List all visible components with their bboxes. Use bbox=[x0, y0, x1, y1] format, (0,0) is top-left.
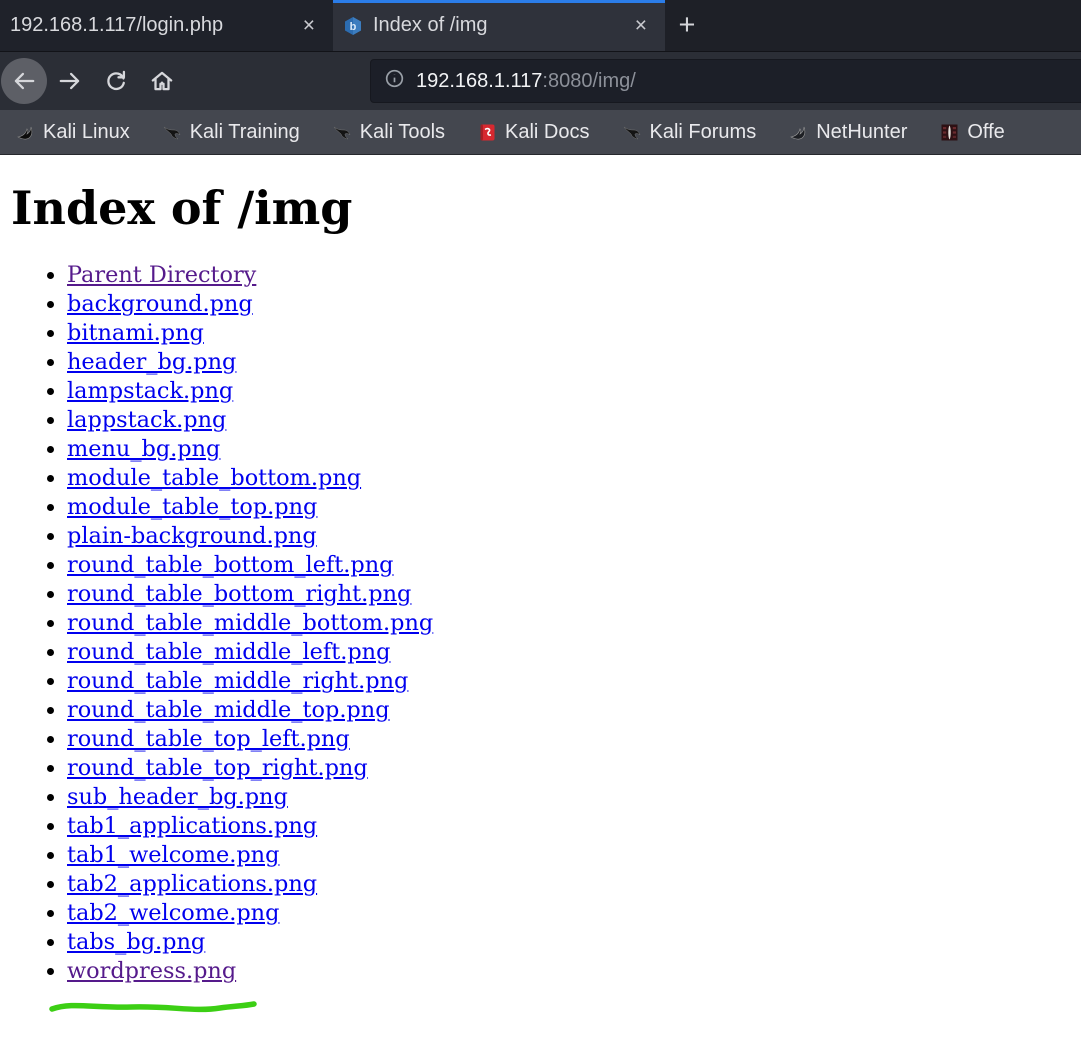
file-link[interactable]: tab2_applications.png bbox=[67, 871, 317, 897]
file-link[interactable]: tab2_welcome.png bbox=[67, 900, 279, 926]
file-list: Parent Directory background.png bitnami.pn… bbox=[0, 261, 1081, 986]
file-link[interactable]: round_table_middle_top.png bbox=[67, 697, 390, 723]
list-item: round_table_middle_top.png bbox=[67, 696, 1081, 725]
list-item: plain-background.png bbox=[67, 522, 1081, 551]
file-link[interactable]: round_table_bottom_left.png bbox=[67, 552, 393, 578]
file-link[interactable]: wordpress.png bbox=[67, 958, 236, 984]
svg-text:b: b bbox=[350, 21, 357, 33]
list-item: round_table_middle_left.png bbox=[67, 638, 1081, 667]
file-link[interactable]: sub_header_bg.png bbox=[67, 784, 288, 810]
file-link[interactable]: round_table_top_left.png bbox=[67, 726, 350, 752]
list-item: tab1_welcome.png bbox=[67, 841, 1081, 870]
file-link[interactable]: round_table_middle_bottom.png bbox=[67, 610, 433, 636]
file-link[interactable]: round_table_top_right.png bbox=[67, 755, 368, 781]
url-path: :8080/img/ bbox=[542, 69, 636, 92]
list-item: Parent Directory bbox=[67, 261, 1081, 290]
reload-button[interactable] bbox=[93, 58, 139, 104]
bookmark-label: Kali Linux bbox=[43, 120, 130, 143]
new-tab-button[interactable]: + bbox=[665, 0, 709, 51]
url-bar[interactable]: 192.168.1.117:8080/img/ bbox=[370, 59, 1081, 103]
file-link[interactable]: menu_bg.png bbox=[67, 436, 220, 462]
bookmark-kali-linux[interactable]: Kali Linux bbox=[16, 121, 130, 144]
file-link[interactable]: module_table_bottom.png bbox=[67, 465, 361, 491]
bookmark-offensive-security[interactable]: Offe bbox=[940, 120, 1005, 144]
browser-window: 192.168.1.117/login.php × b Index of /im… bbox=[0, 0, 1081, 1041]
kali-bird-icon bbox=[623, 123, 642, 142]
kali-dragon-icon bbox=[789, 123, 808, 142]
list-item: lappstack.png bbox=[67, 406, 1081, 435]
close-tab-icon[interactable]: × bbox=[297, 13, 321, 38]
site-info-icon[interactable] bbox=[385, 69, 404, 93]
file-link[interactable]: tab1_welcome.png bbox=[67, 842, 279, 868]
list-item: round_table_middle_right.png bbox=[67, 667, 1081, 696]
list-item: module_table_bottom.png bbox=[67, 464, 1081, 493]
bookmark-label: Kali Tools bbox=[359, 120, 446, 143]
back-button[interactable] bbox=[1, 58, 47, 104]
list-item: round_table_top_left.png bbox=[67, 725, 1081, 754]
list-item: sub_header_bg.png bbox=[67, 783, 1081, 812]
url-text: 192.168.1.117:8080/img/ bbox=[416, 70, 636, 93]
list-item: header_bg.png bbox=[67, 348, 1081, 377]
kali-bird-icon bbox=[163, 123, 182, 142]
list-item: background.png bbox=[67, 290, 1081, 319]
list-item: menu_bg.png bbox=[67, 435, 1081, 464]
tab-index-of-img[interactable]: b Index of /img × bbox=[333, 0, 665, 51]
forward-button[interactable] bbox=[47, 58, 93, 104]
bookmark-label: Kali Forums bbox=[649, 120, 757, 143]
bookmark-kali-training[interactable]: Kali Training bbox=[163, 121, 300, 144]
bookmark-label: Kali Docs bbox=[505, 120, 590, 143]
list-item: bitnami.png bbox=[67, 319, 1081, 348]
tab-bar: 192.168.1.117/login.php × b Index of /im… bbox=[0, 0, 1081, 52]
bookmark-nethunter[interactable]: NetHunter bbox=[789, 121, 907, 144]
file-link[interactable]: bitnami.png bbox=[67, 320, 204, 346]
bitnami-favicon-icon: b bbox=[343, 16, 363, 36]
green-underline-annotation bbox=[49, 1001, 257, 1013]
bookmark-kali-tools[interactable]: Kali Tools bbox=[333, 121, 445, 144]
file-link[interactable]: header_bg.png bbox=[67, 349, 236, 375]
close-tab-icon[interactable]: × bbox=[629, 13, 653, 38]
list-item: round_table_top_right.png bbox=[67, 754, 1081, 783]
bookmark-label: NetHunter bbox=[816, 120, 908, 143]
bookmark-kali-forums[interactable]: Kali Forums bbox=[623, 120, 757, 144]
home-button[interactable] bbox=[139, 58, 185, 104]
list-item: tab2_applications.png bbox=[67, 870, 1081, 899]
file-link[interactable]: plain-background.png bbox=[67, 523, 317, 549]
list-item: lampstack.png bbox=[67, 377, 1081, 406]
file-link[interactable]: Parent Directory bbox=[67, 262, 256, 288]
web-page-content: Index of /img Parent Directory background… bbox=[0, 155, 1081, 1040]
tab-login-page[interactable]: 192.168.1.117/login.php × bbox=[0, 0, 333, 51]
tabbar-empty-space bbox=[709, 0, 1081, 51]
file-link[interactable]: round_table_middle_left.png bbox=[67, 639, 390, 665]
navigation-toolbar: 192.168.1.117:8080/img/ bbox=[0, 52, 1081, 110]
file-link[interactable]: round_table_middle_right.png bbox=[67, 668, 408, 694]
kali-dragon-icon bbox=[16, 123, 35, 142]
red-book-icon bbox=[478, 123, 497, 142]
list-item: round_table_middle_bottom.png bbox=[67, 609, 1081, 638]
file-link[interactable]: tab1_applications.png bbox=[67, 813, 317, 839]
list-item: tabs_bg.png bbox=[67, 928, 1081, 957]
tab-title: 192.168.1.117/login.php bbox=[10, 14, 224, 36]
list-item: module_table_top.png bbox=[67, 493, 1081, 522]
bookmarks-toolbar: Kali Linux Kali Training Kali Tools Kali… bbox=[0, 110, 1081, 155]
offsec-badge-icon bbox=[940, 123, 959, 142]
bookmark-label: Offe bbox=[967, 120, 1005, 143]
url-host: 192.168.1.117 bbox=[416, 69, 543, 92]
list-item: tab1_applications.png bbox=[67, 812, 1081, 841]
tab-title: Index of /img bbox=[373, 14, 488, 36]
bookmark-kali-docs[interactable]: Kali Docs bbox=[478, 120, 590, 144]
file-link[interactable]: tabs_bg.png bbox=[67, 929, 205, 955]
list-item: wordpress.png bbox=[67, 957, 1081, 986]
bookmark-label: Kali Training bbox=[189, 120, 300, 143]
kali-bird-icon bbox=[333, 123, 352, 142]
list-item: tab2_welcome.png bbox=[67, 899, 1081, 928]
file-link[interactable]: lampstack.png bbox=[67, 378, 233, 404]
file-link[interactable]: module_table_top.png bbox=[67, 494, 317, 520]
page-title: Index of /img bbox=[11, 181, 353, 235]
list-item: round_table_bottom_left.png bbox=[67, 551, 1081, 580]
file-link[interactable]: lappstack.png bbox=[67, 407, 226, 433]
file-link[interactable]: round_table_bottom_right.png bbox=[67, 581, 411, 607]
file-link[interactable]: background.png bbox=[67, 291, 253, 317]
list-item: round_table_bottom_right.png bbox=[67, 580, 1081, 609]
